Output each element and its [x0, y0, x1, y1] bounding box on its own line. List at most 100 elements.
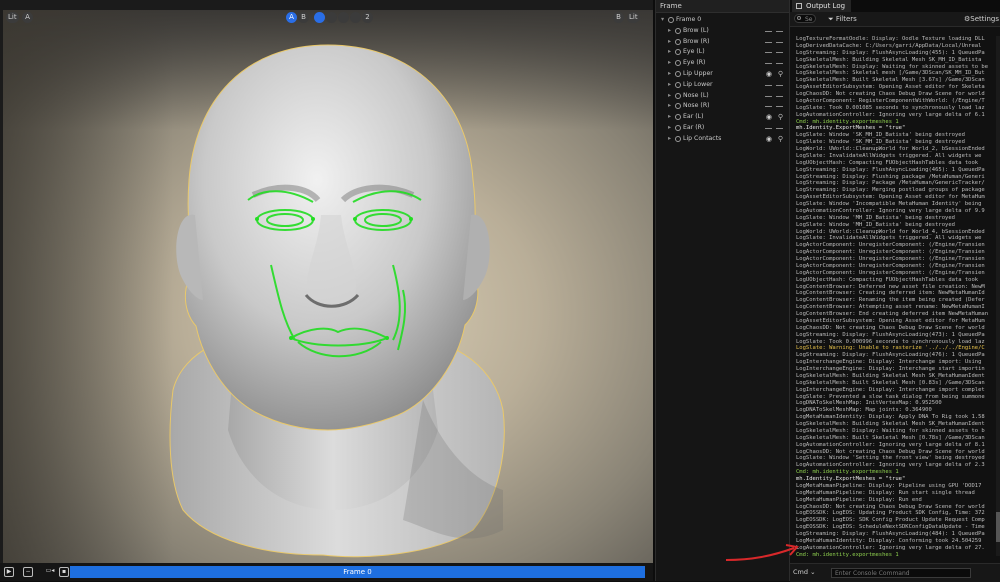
tree-item[interactable]: ▸ Ear (L) ◉ ⚲ [656, 112, 789, 123]
log-line: LogSlate: Window 'SK_MH_ID_Batista' bein… [796, 139, 965, 146]
log-line: Cmd: mh.identity.exportmeshes 1 [796, 469, 899, 476]
visibility-toggle[interactable] [765, 95, 772, 97]
log-line: LogMetaHumanPipeline: Display: Pipeline … [796, 482, 982, 489]
log-line: LogActorComponent: UnregisterComponent: … [796, 256, 985, 262]
tree-item[interactable]: ▸ Eye (L) [656, 47, 789, 58]
console-command-input[interactable]: Enter Console Command [831, 568, 971, 578]
log-line: LogWorld: UWorld::CleanupWorld for World… [796, 228, 985, 235]
log-line: mh.Identity.ExportMeshes = "true" [796, 125, 906, 132]
tree-item[interactable]: ▸ Ear (R) [656, 123, 789, 134]
tree-item-label: Nose (L) [683, 91, 709, 99]
log-line: LogDNAToSkelMeshMap: InitVertexMap: 0.95… [796, 400, 942, 407]
log-line: LogActorComponent: UnregisterComponent: … [796, 269, 985, 276]
tree-root-frame-0[interactable]: ▾ Frame 0 [656, 15, 789, 26]
lock-toggle[interactable] [776, 127, 783, 129]
landmark-group-icon [675, 92, 681, 99]
visibility-toggle[interactable] [765, 63, 772, 65]
visibility-toggle[interactable] [765, 41, 772, 43]
expand-icon[interactable]: ▸ [668, 101, 671, 112]
log-lines[interactable]: LogTextureFormatOodle: Display: Oodle Te… [796, 36, 999, 558]
console-mode-dropdown[interactable]: Cmd ⌄ [793, 568, 816, 576]
log-scrollbar-thumb[interactable] [996, 512, 1000, 542]
camera-icon[interactable] [350, 12, 361, 23]
tree-item[interactable]: ▸ Brow (R) [656, 37, 789, 48]
tree-item-label: Lip Lower [683, 80, 713, 88]
viewport-scene[interactable] [3, 10, 653, 563]
log-line: LogChaosDD: Not creating Chaos Debug Dra… [796, 503, 985, 510]
tree-item[interactable]: ▸ Nose (L) [656, 91, 789, 102]
tree-item-label: Lip Upper [683, 69, 713, 77]
expand-icon[interactable]: ▸ [668, 112, 671, 123]
minus-icon[interactable]: − [23, 567, 33, 577]
expand-icon[interactable]: ▸ [668, 47, 671, 58]
visibility-toggle[interactable] [765, 127, 772, 129]
log-scrollbar[interactable] [996, 36, 1000, 556]
expand-icon[interactable]: ▸ [668, 26, 671, 37]
tab-output-log[interactable]: Output Log [792, 0, 852, 12]
log-line: LogAssetEditorSubsystem: Opening Asset e… [796, 194, 985, 201]
lock-icon[interactable]: ⚲ [778, 134, 783, 145]
fov-2-button[interactable]: 2 [362, 12, 373, 23]
collapse-icon[interactable]: ▾ [661, 15, 664, 26]
tree-item[interactable]: ▸ Lip Upper ◉ ⚲ [656, 69, 789, 80]
lock-icon[interactable]: ⚲ [778, 112, 783, 123]
expand-icon[interactable]: ▸ [668, 91, 671, 102]
lit-mode-button-right[interactable]: Lit [627, 12, 640, 23]
viewport[interactable]: Lit A A B 2 B Lit ▶ − ▭◂ ▪ Frame 0 [0, 0, 653, 581]
tree-item[interactable]: ▸ Nose (R) [656, 101, 789, 112]
image-icon[interactable]: ▪ [59, 567, 69, 577]
lock-toggle[interactable] [776, 41, 783, 43]
visibility-eye-icon[interactable]: ◉ [766, 112, 772, 123]
lock-icon[interactable]: ⚲ [778, 69, 783, 80]
view-b-toggle[interactable]: B [298, 12, 309, 23]
console-mode-label: Cmd [793, 568, 808, 576]
tab-output-log-label: Output Log [806, 2, 846, 10]
visibility-toggle[interactable] [765, 106, 772, 108]
frame-panel-header: Frame [656, 0, 789, 13]
output-log-panel: Output Log Se ⏷ Filters ⚙Settings LogTex… [789, 0, 1000, 582]
frame-panel: Frame ▾ Frame 0 ▸ Brow (L) ▸ Brow (R) ▸ Eye (… [655, 0, 789, 581]
log-line: LogSlate: Window 'MH_ID_Batista' being d… [796, 221, 955, 228]
tree-item[interactable]: ▸ Lip Contacts ◉ ⚲ [656, 134, 789, 145]
log-line: LogActorComponent: UnregisterComponent: … [796, 262, 985, 269]
play-icon[interactable]: ▶ [4, 567, 14, 577]
visibility-toggle[interactable] [765, 84, 772, 86]
landmark-group-icon [675, 49, 681, 56]
log-line: LogSlate: Window 'SK_MH_ID_Batista' bein… [796, 132, 965, 139]
tree-item[interactable]: ▸ Eye (R) [656, 58, 789, 69]
lock-toggle[interactable] [776, 106, 783, 108]
single-view-icon[interactable] [314, 12, 325, 23]
filters-button[interactable]: ⏷ Filters [828, 13, 857, 25]
lock-toggle[interactable] [776, 95, 783, 97]
visibility-eye-icon[interactable]: ◉ [766, 69, 772, 80]
tree-item[interactable]: ▸ Lip Lower [656, 80, 789, 91]
expand-icon[interactable]: ▸ [668, 80, 671, 91]
visibility-toggle[interactable] [765, 30, 772, 32]
lit-mode-button-left[interactable]: Lit [6, 12, 19, 23]
log-line: LogContentBrowser: Attempting asset rena… [796, 304, 985, 311]
view-b-button-right[interactable]: B [613, 12, 624, 23]
lock-toggle[interactable] [776, 63, 783, 65]
view-a-button-left[interactable]: A [22, 12, 33, 23]
lock-toggle[interactable] [776, 84, 783, 86]
split-view-icon[interactable] [326, 12, 337, 23]
visibility-eye-icon[interactable]: ◉ [766, 134, 772, 145]
expand-icon[interactable]: ▸ [668, 123, 671, 134]
log-line: LogStreaming: Display: FlushAsyncLoading… [796, 531, 985, 537]
lock-toggle[interactable] [776, 52, 783, 54]
visibility-toggle[interactable] [765, 52, 772, 54]
settings-label: Settings [970, 15, 999, 23]
log-line: LogMetaHumanPipeline: Display: Run start… [796, 489, 975, 496]
expand-icon[interactable]: ▸ [668, 58, 671, 69]
wipe-view-icon[interactable] [338, 12, 349, 23]
lock-toggle[interactable] [776, 30, 783, 32]
tree-item[interactable]: ▸ Brow (L) [656, 26, 789, 37]
expand-icon[interactable]: ▸ [668, 134, 671, 145]
expand-icon[interactable]: ▸ [668, 69, 671, 80]
view-a-toggle[interactable]: A [286, 12, 297, 23]
frame-timeline[interactable]: Frame 0 [70, 566, 645, 578]
settings-button[interactable]: ⚙Settings [964, 13, 999, 25]
camera-track-icon[interactable]: ▭◂ [45, 567, 55, 577]
landmark-group-icon [675, 27, 681, 34]
expand-icon[interactable]: ▸ [668, 37, 671, 48]
